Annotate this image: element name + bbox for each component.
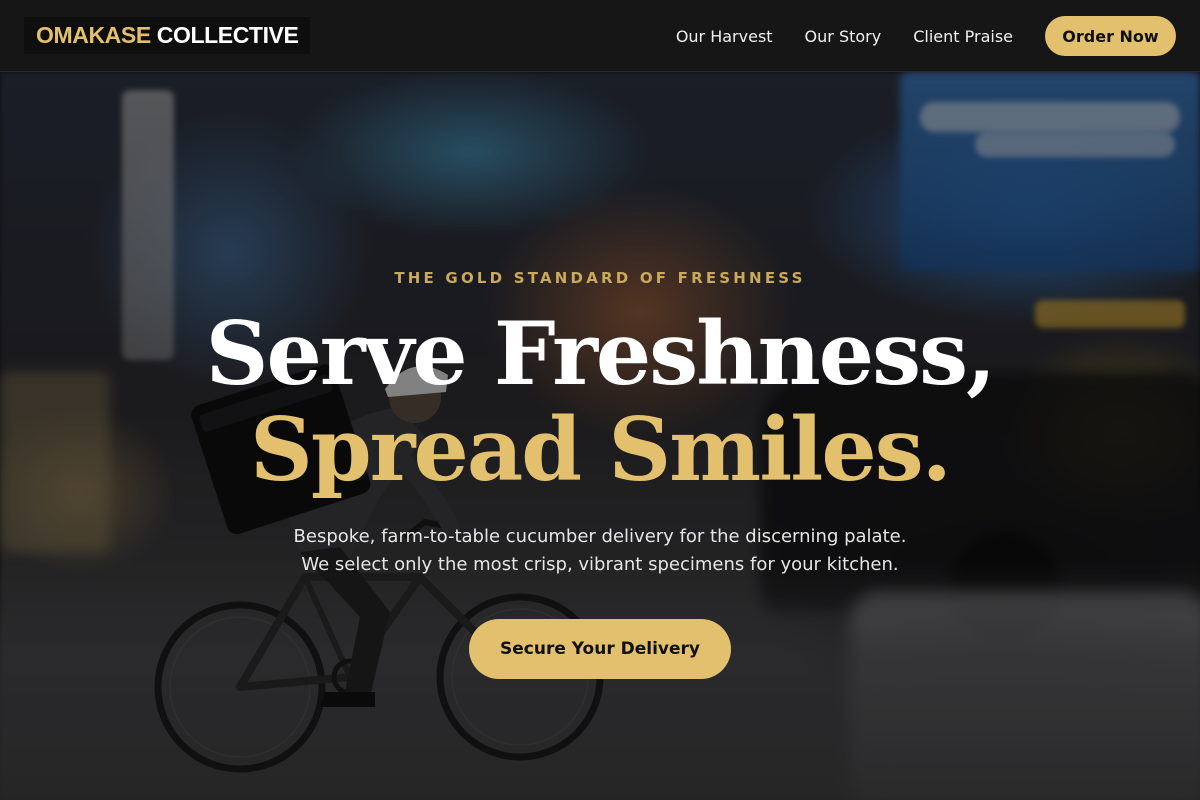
hero-eyebrow: THE GOLD STANDARD OF FRESHNESS [394, 269, 806, 287]
brand-name-part1: OMAKASE [36, 22, 151, 48]
hero-section: THE GOLD STANDARD OF FRESHNESS Serve Fre… [0, 72, 1200, 800]
nav-link-client-praise[interactable]: Client Praise [913, 27, 1013, 46]
secure-delivery-button[interactable]: Secure Your Delivery [469, 619, 731, 679]
main-nav: Our Harvest Our Story Client Praise Orde… [676, 0, 1176, 72]
order-now-button[interactable]: Order Now [1045, 16, 1176, 56]
hero-subtext: Bespoke, farm-to-table cucumber delivery… [0, 523, 1200, 579]
nav-link-our-story[interactable]: Our Story [805, 27, 882, 46]
hero-subtext-line1: Bespoke, farm-to-table cucumber delivery… [293, 526, 907, 547]
site-header: OMAKASE COLLECTIVE Our Harvest Our Story… [0, 0, 1200, 72]
hero-headline-line2: Spread Smiles. [250, 398, 952, 501]
hero-subtext-line2: We select only the most crisp, vibrant s… [301, 554, 899, 575]
hero-headline-line1: Serve Freshness, [205, 302, 997, 405]
nav-link-our-harvest[interactable]: Our Harvest [676, 27, 773, 46]
brand-logo[interactable]: OMAKASE COLLECTIVE [24, 17, 311, 54]
brand-name-part2: COLLECTIVE [156, 22, 299, 48]
hero-headline: Serve Freshness, Spread Smiles. [0, 306, 1200, 498]
